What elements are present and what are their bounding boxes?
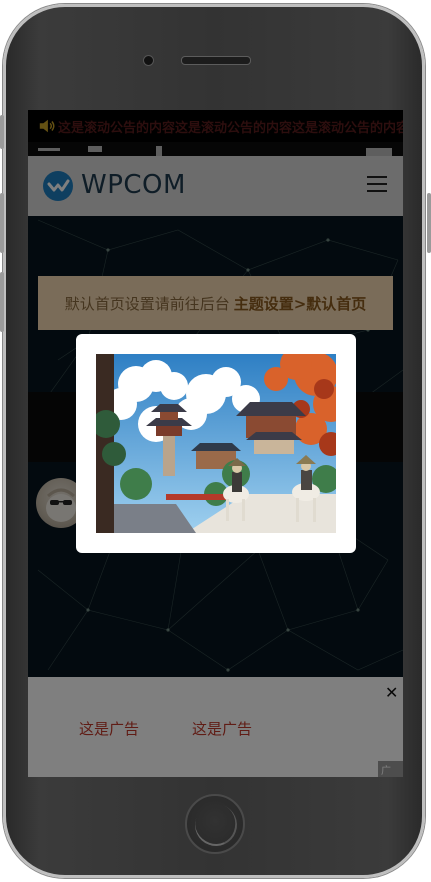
volume-up-button	[0, 193, 4, 253]
popup-modal[interactable]	[76, 334, 356, 553]
power-button	[427, 193, 431, 253]
home-button[interactable]	[185, 794, 245, 854]
mute-switch	[0, 115, 4, 149]
anime-village-horsemen-image[interactable]	[96, 354, 336, 533]
volume-down-button	[0, 272, 4, 332]
earpiece-speaker	[181, 56, 251, 65]
front-camera	[143, 55, 154, 66]
